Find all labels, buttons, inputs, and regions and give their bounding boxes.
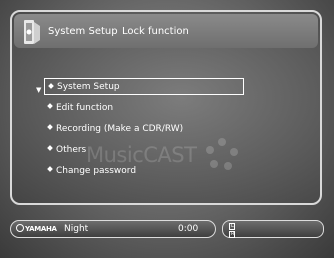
header-title: System Setup	[48, 26, 118, 37]
level-meter	[222, 220, 324, 238]
bullet-icon	[47, 103, 53, 109]
level-right-label: R	[229, 231, 235, 238]
menu-item-label: System Setup	[57, 81, 120, 92]
bullet-icon	[47, 145, 53, 151]
menu-item-label: Edit function	[56, 102, 114, 113]
bullet-icon	[48, 83, 54, 89]
gear-tower-icon	[24, 20, 40, 44]
source-name: Night	[64, 224, 89, 234]
menu-item-system-setup[interactable]: System Setup	[44, 78, 244, 95]
yamaha-emblem-icon	[16, 224, 24, 232]
menu-item-others[interactable]: Others	[44, 141, 244, 158]
menu-item-edit-function[interactable]: Edit function	[44, 99, 244, 116]
bullet-icon	[47, 124, 53, 130]
playback-time: 0:00	[178, 224, 199, 234]
header-subtitle: Lock function	[122, 26, 189, 37]
menu-item-label: Recording (Make a CDR/RW)	[56, 123, 184, 134]
menu-item-recording[interactable]: Recording (Make a CDR/RW)	[44, 120, 244, 137]
menu-item-label: Change password	[56, 165, 137, 176]
cursor-down-arrow-icon: ▼	[36, 86, 42, 94]
bullet-icon	[47, 166, 53, 172]
menu-item-label: Others	[56, 144, 87, 155]
level-lr-label: L R	[229, 223, 235, 239]
yamaha-logo: YAMAHA	[16, 224, 57, 233]
level-left-label: L	[229, 223, 235, 230]
brand-label: YAMAHA	[25, 225, 57, 233]
menu-item-change-password[interactable]: Change password	[44, 162, 244, 179]
